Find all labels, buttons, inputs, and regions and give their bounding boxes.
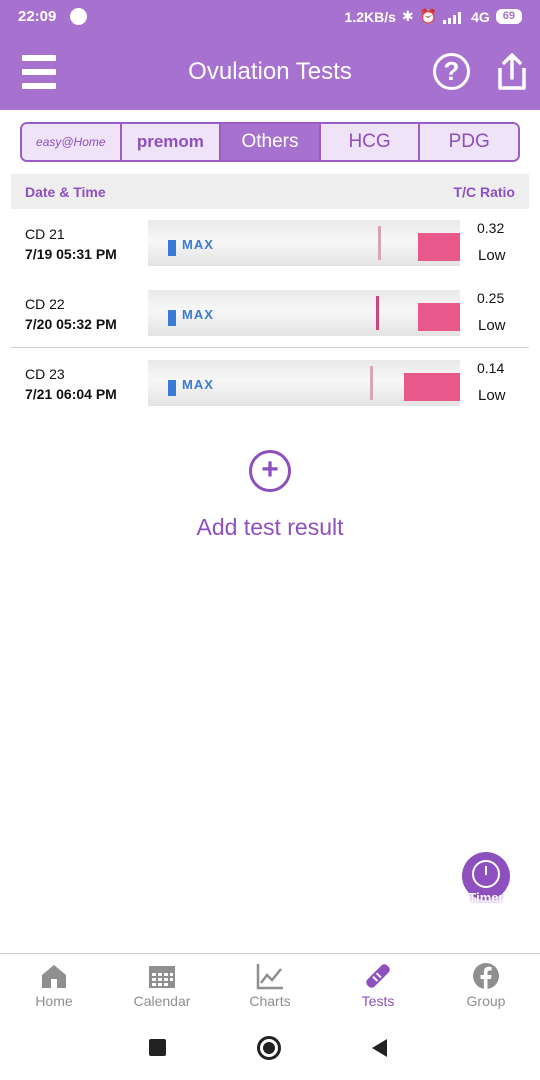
add-test-result[interactable]: + Add test result xyxy=(0,450,540,541)
tab-label: Others xyxy=(241,131,299,152)
add-circle-icon[interactable]: + xyxy=(249,450,291,492)
tc-ratio-value: 0.14 xyxy=(477,360,505,376)
test-datetime: 7/20 05:32 PM xyxy=(25,316,117,332)
home-icon xyxy=(40,962,68,990)
strip-max-label: MAX xyxy=(182,377,214,392)
table-row[interactable]: CD 23 7/21 06:04 PM MAX 0.14 Low xyxy=(11,349,529,417)
status-bar: 22:09 1.2KB/s ✱ ⏰ 4G 69 xyxy=(0,0,540,34)
calendar-icon xyxy=(148,962,176,990)
bottom-nav: Home Calendar Charts Tests Group xyxy=(0,953,540,1015)
network-type: 4G xyxy=(471,8,490,25)
result-level: Low xyxy=(478,317,506,334)
brand-tabs: easy@Home premom Others HCG PDG xyxy=(20,122,520,162)
column-date-time: Date & Time xyxy=(25,184,106,200)
facebook-icon xyxy=(472,962,500,990)
table-row[interactable]: CD 21 7/19 05:31 PM MAX 0.32 Low xyxy=(11,209,529,277)
charts-icon xyxy=(256,962,284,990)
timer-label: Timer xyxy=(468,890,504,905)
cycle-day: CD 22 xyxy=(25,296,65,312)
test-strip-icon xyxy=(364,962,392,990)
test-strip-image: MAX xyxy=(148,220,460,266)
nav-label: Calendar xyxy=(133,993,191,1009)
strip-max-label: MAX xyxy=(182,307,214,322)
nav-charts[interactable]: Charts xyxy=(216,954,324,1015)
test-datetime: 7/21 06:04 PM xyxy=(25,386,117,402)
bluetooth-icon: ✱ xyxy=(401,8,414,24)
status-time: 22:09 xyxy=(18,8,57,25)
result-level: Low xyxy=(478,387,506,404)
tab-label: HCG xyxy=(348,131,391,152)
status-indicators: 1.2KB/s ✱ ⏰ 4G 69 xyxy=(345,8,522,25)
network-speed: 1.2KB/s xyxy=(344,8,396,25)
tab-hcg[interactable]: HCG xyxy=(320,124,421,160)
tab-easy-home[interactable]: easy@Home xyxy=(22,124,122,160)
tab-premom[interactable]: premom xyxy=(121,124,222,160)
table-row[interactable]: CD 22 7/20 05:32 PM MAX 0.25 Low xyxy=(11,279,529,347)
nav-label: Home xyxy=(35,993,73,1009)
table-header: Date & Time T/C Ratio xyxy=(11,174,529,209)
help-icon[interactable]: ? xyxy=(433,53,470,90)
recents-button[interactable] xyxy=(149,1039,166,1056)
cycle-day: CD 21 xyxy=(25,226,65,242)
result-level: Low xyxy=(478,247,506,264)
nav-calendar[interactable]: Calendar xyxy=(108,954,216,1015)
nav-group[interactable]: Group xyxy=(432,954,540,1015)
cycle-day: CD 23 xyxy=(25,366,65,382)
timer-icon xyxy=(472,860,500,888)
app-bar: Ovulation Tests ? xyxy=(0,34,540,110)
alarm-icon: ⏰ xyxy=(419,8,438,24)
tab-others[interactable]: Others xyxy=(221,124,321,160)
messenger-icon xyxy=(70,8,87,25)
nav-label: Tests xyxy=(361,993,395,1009)
test-strip-image: MAX xyxy=(148,360,460,406)
tab-label: PDG xyxy=(448,131,490,152)
home-button[interactable] xyxy=(257,1036,281,1060)
nav-label: Group xyxy=(466,993,506,1009)
strip-max-label: MAX xyxy=(182,237,214,252)
battery-icon: 69 xyxy=(495,9,522,24)
tc-ratio-value: 0.32 xyxy=(477,220,505,236)
back-button[interactable] xyxy=(372,1039,387,1057)
premom-logo: premom xyxy=(136,132,204,151)
tc-ratio-value: 0.25 xyxy=(477,290,505,306)
nav-home[interactable]: Home xyxy=(0,954,108,1015)
test-datetime: 7/19 05:31 PM xyxy=(25,246,117,262)
add-test-result-label[interactable]: Add test result xyxy=(0,514,540,541)
easy-home-logo: easy@Home xyxy=(36,135,106,149)
row-divider xyxy=(11,347,529,348)
share-icon[interactable] xyxy=(494,52,530,92)
tab-pdg[interactable]: PDG xyxy=(420,124,518,160)
signal-icon xyxy=(443,11,465,24)
column-tc-ratio: T/C Ratio xyxy=(453,184,515,200)
test-strip-image: MAX xyxy=(148,290,460,336)
nav-label: Charts xyxy=(249,993,291,1009)
system-nav-bar xyxy=(0,1015,540,1080)
nav-tests[interactable]: Tests xyxy=(324,954,432,1015)
timer-button[interactable]: Timer xyxy=(462,852,510,905)
